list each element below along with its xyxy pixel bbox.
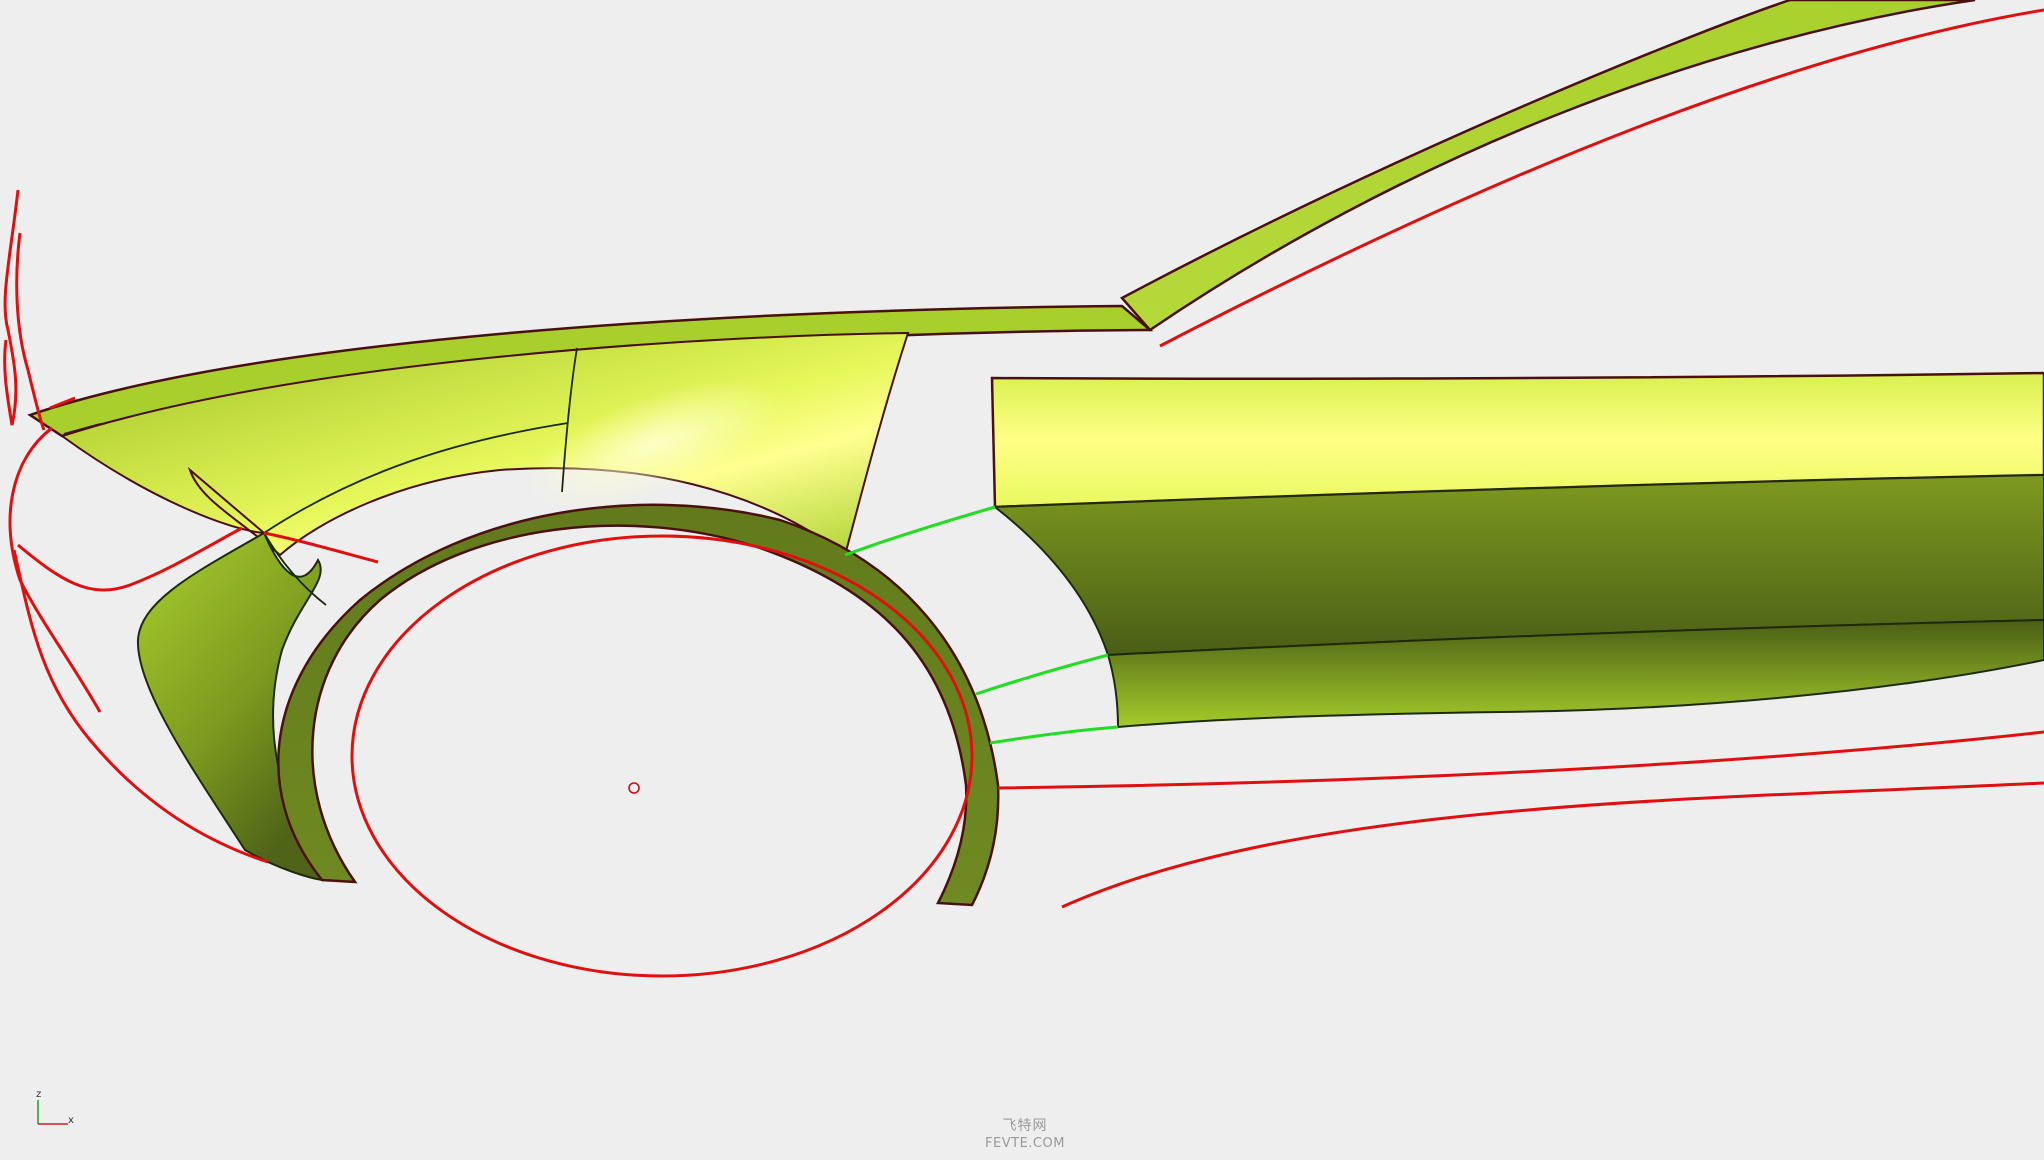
watermark-line1: 飞特网 [1002, 1118, 1048, 1134]
3d-viewport[interactable]: z x 飞特网 FEVTE.COM [0, 0, 2044, 1160]
blend-curve[interactable] [989, 725, 1119, 745]
sill-construction-curve[interactable] [997, 730, 2044, 790]
wheel-arch-flare[interactable] [277, 503, 1000, 907]
nose-profile-curve[interactable] [8, 426, 102, 713]
watermark: 飞特网 FEVTE.COM [960, 1118, 1090, 1152]
blend-curve[interactable] [975, 653, 1109, 696]
model-canvas[interactable] [0, 0, 2044, 1160]
z-axis-label: z [36, 1089, 42, 1100]
roof-construction-curve[interactable] [1159, 8, 2044, 348]
headlight-profile-curve[interactable] [15, 232, 46, 431]
wheel-center-point[interactable] [628, 782, 640, 794]
x-axis-label: x [68, 1115, 74, 1126]
blend-curve[interactable] [844, 505, 996, 557]
axis-gizmo: z x [32, 1090, 82, 1130]
watermark-line2: FEVTE.COM [985, 1135, 1065, 1151]
rocker-construction-curve[interactable] [1061, 781, 2044, 909]
a-pillar-surface[interactable] [1120, 0, 1976, 332]
